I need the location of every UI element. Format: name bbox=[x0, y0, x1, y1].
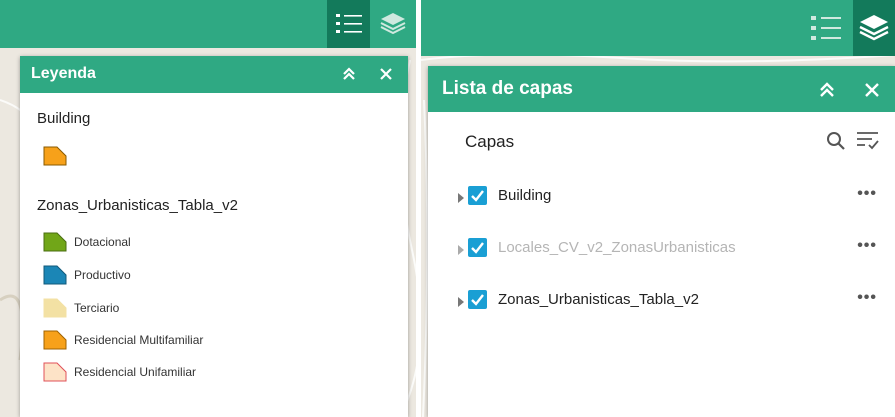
legend-panel-header: Leyenda bbox=[20, 56, 408, 93]
legend-item-label: Residencial Multifamiliar bbox=[74, 333, 204, 347]
legend-screen: Leyenda Building Zonas_Urbanisticas_Tabl… bbox=[0, 0, 416, 417]
layers-section-title: Capas bbox=[465, 132, 515, 151]
layer-visibility-checkbox[interactable] bbox=[468, 238, 487, 257]
layers-panel-header: Lista de capas bbox=[428, 66, 895, 112]
layer-list-item[interactable]: Zonas_Urbanisticas_Tabla_v2 ••• bbox=[458, 288, 895, 312]
layers-panel-title: Lista de capas bbox=[442, 78, 573, 99]
layer-list-item[interactable]: Locales_CV_v2_ZonasUrbanisticas ••• bbox=[458, 236, 895, 260]
legend-button[interactable] bbox=[327, 0, 370, 48]
layers-stack-icon bbox=[380, 12, 406, 36]
legend-item-label: Terciario bbox=[74, 301, 120, 315]
expand-caret-icon[interactable] bbox=[458, 190, 464, 208]
expand-caret-icon[interactable] bbox=[458, 294, 464, 312]
close-icon[interactable] bbox=[861, 79, 883, 101]
legend-layer-title: Zonas_Urbanisticas_Tabla_v2 bbox=[37, 197, 238, 214]
layer-name: Building bbox=[498, 187, 552, 204]
legend-item: Dotacional bbox=[43, 231, 131, 253]
legend-item bbox=[43, 145, 74, 167]
map-toolbar bbox=[0, 0, 416, 48]
comparison-canvas: Leyenda Building Zonas_Urbanisticas_Tabl… bbox=[0, 0, 895, 417]
legend-swatch bbox=[43, 330, 67, 350]
more-options-icon[interactable]: ••• bbox=[857, 185, 877, 203]
legend-swatch bbox=[43, 298, 67, 318]
legend-swatch bbox=[43, 146, 67, 166]
layers-button[interactable] bbox=[371, 0, 414, 48]
layer-visibility-checkbox[interactable] bbox=[468, 186, 487, 205]
expand-caret-icon[interactable] bbox=[458, 242, 464, 260]
legend-panel: Leyenda Building Zonas_Urbanisticas_Tabl… bbox=[20, 56, 408, 417]
legend-item: Terciario bbox=[43, 297, 119, 319]
layer-visibility-checkbox[interactable] bbox=[468, 290, 487, 309]
legend-item-label: Residencial Unifamiliar bbox=[74, 365, 197, 379]
layer-name: Zonas_Urbanisticas_Tabla_v2 bbox=[498, 291, 699, 308]
map-toolbar bbox=[421, 0, 895, 56]
layers-panel: Lista de capas Capas Building ••• Locale… bbox=[428, 66, 895, 417]
legend-panel-title: Leyenda bbox=[31, 65, 96, 82]
more-options-icon[interactable]: ••• bbox=[857, 237, 877, 255]
more-options-icon[interactable]: ••• bbox=[857, 289, 877, 307]
legend-list-icon bbox=[810, 15, 841, 41]
legend-button[interactable] bbox=[803, 0, 848, 56]
double-chevron-up-icon[interactable] bbox=[339, 64, 359, 84]
layers-stack-icon bbox=[859, 14, 889, 42]
double-chevron-up-icon[interactable] bbox=[816, 79, 838, 101]
legend-swatch bbox=[43, 362, 67, 382]
filter-list-icon[interactable] bbox=[856, 130, 880, 152]
search-icon[interactable] bbox=[825, 130, 847, 152]
legend-swatch bbox=[43, 232, 67, 252]
layers-button[interactable] bbox=[853, 0, 895, 56]
layers-screen: Lista de capas Capas Building ••• Locale… bbox=[421, 0, 895, 417]
legend-layer-title: Building bbox=[37, 110, 91, 127]
layer-list-item[interactable]: Building ••• bbox=[458, 184, 895, 208]
layer-name: Locales_CV_v2_ZonasUrbanisticas bbox=[498, 239, 736, 256]
legend-item: Residencial Multifamiliar bbox=[43, 329, 203, 351]
close-icon[interactable] bbox=[376, 64, 396, 84]
legend-list-icon bbox=[335, 13, 362, 35]
legend-swatch bbox=[43, 265, 67, 285]
legend-item-label: Productivo bbox=[74, 268, 131, 282]
legend-item-label: Dotacional bbox=[74, 235, 131, 249]
legend-item: Residencial Unifamiliar bbox=[43, 361, 196, 383]
legend-item: Productivo bbox=[43, 264, 131, 286]
